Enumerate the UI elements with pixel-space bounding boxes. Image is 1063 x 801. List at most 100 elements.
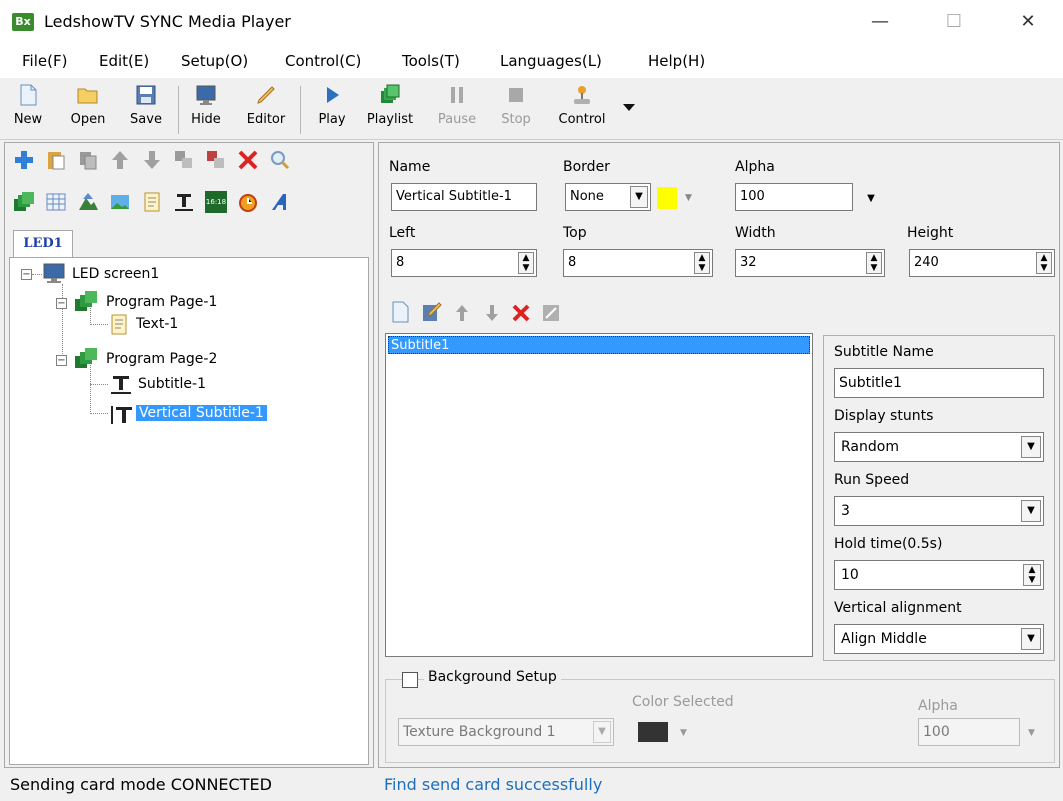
left-field[interactable]: 8 ▲ ▼ — [391, 249, 537, 277]
name-field[interactable]: Vertical Subtitle-1 — [391, 183, 537, 211]
move-down-icon[interactable] — [141, 149, 163, 171]
tree-text-1[interactable]: Text-1 — [136, 316, 178, 332]
spin-buttons[interactable]: ▲ ▼ — [866, 252, 882, 274]
clock-icon[interactable]: 16:18 — [205, 191, 227, 213]
bring-front-icon[interactable] — [173, 149, 195, 171]
paste-icon[interactable] — [45, 149, 67, 171]
image-icon[interactable] — [77, 191, 99, 213]
properties-icon[interactable] — [541, 303, 561, 323]
add-icon[interactable] — [13, 149, 35, 171]
spin-buttons[interactable]: ▲ ▼ — [694, 252, 710, 274]
color-dropdown-icon[interactable]: ▼ — [685, 193, 692, 203]
delete-icon[interactable] — [237, 149, 259, 171]
delete-icon[interactable] — [511, 303, 531, 323]
spin-buttons[interactable]: ▲ ▼ — [518, 252, 534, 274]
save-button[interactable]: Save — [126, 82, 166, 138]
picture-icon[interactable] — [109, 191, 131, 213]
chevron-down-icon[interactable]: ▼ — [1021, 436, 1041, 458]
menu-languages[interactable]: Languages(L) — [500, 52, 602, 70]
move-up-icon[interactable] — [109, 149, 131, 171]
wordart-icon[interactable] — [269, 191, 291, 213]
background-alpha-field[interactable]: 100 — [918, 718, 1020, 746]
menu-setup[interactable]: Setup(O) — [181, 52, 248, 70]
subtitle-icon[interactable] — [173, 191, 195, 213]
menu-tools[interactable]: Tools(T) — [402, 52, 460, 70]
spin-buttons[interactable]: ▲ ▼ — [1036, 252, 1052, 274]
tree-program-page-2[interactable]: Program Page-2 — [106, 351, 217, 367]
toolbar-more-icon[interactable] — [622, 102, 636, 112]
tree-subtitle-1[interactable]: Subtitle-1 — [138, 376, 206, 392]
border-color-swatch[interactable] — [657, 187, 677, 209]
tree-led-screen[interactable]: LED screen1 — [72, 266, 159, 282]
move-up-icon[interactable] — [453, 303, 471, 323]
run-speed-label: Run Speed — [834, 472, 910, 488]
play-icon — [327, 87, 339, 103]
subtitle-name-field[interactable]: Subtitle1 — [834, 368, 1044, 398]
move-down-icon[interactable] — [483, 303, 501, 323]
chevron-down-icon[interactable]: ▼ — [593, 721, 611, 743]
tree-collapse-toggle[interactable]: − — [56, 355, 67, 366]
status-connection: Sending card mode CONNECTED — [10, 775, 272, 794]
alarm-clock-icon[interactable] — [237, 191, 259, 213]
table-icon[interactable] — [45, 191, 67, 213]
play-button[interactable]: Play — [312, 82, 352, 138]
vertical-alignment-select[interactable]: Align Middle ▼ — [834, 624, 1044, 654]
background-setup-checkbox[interactable] — [402, 672, 418, 688]
top-field[interactable]: 8 ▲ ▼ — [563, 249, 713, 277]
minimize-button[interactable]: — — [860, 10, 900, 34]
spin-buttons[interactable]: ▲ ▼ — [1023, 564, 1041, 586]
chevron-down-icon[interactable]: ▼ — [1021, 628, 1041, 650]
hold-time-field[interactable]: 10 ▲ ▼ — [834, 560, 1044, 590]
program-page-icon — [75, 291, 97, 311]
tree-collapse-toggle[interactable]: − — [21, 269, 32, 280]
new-button[interactable]: New — [8, 82, 48, 138]
stop-button[interactable]: Stop — [494, 82, 538, 138]
search-icon[interactable] — [269, 149, 291, 171]
texture-background-select[interactable]: Texture Background 1 ▼ — [398, 718, 614, 746]
editor-button[interactable]: Editor — [242, 82, 290, 138]
chevron-down-icon[interactable]: ▼ — [630, 186, 648, 208]
pause-icon — [451, 87, 463, 103]
chevron-down-icon[interactable]: ▼ — [1021, 500, 1041, 522]
text-icon[interactable] — [141, 191, 163, 213]
alpha-field[interactable]: 100 — [735, 183, 853, 211]
width-field[interactable]: 32 ▲ ▼ — [735, 249, 885, 277]
toolbar-separator — [300, 86, 301, 134]
color-dropdown-icon[interactable]: ▼ — [680, 728, 687, 738]
menu-help[interactable]: Help(H) — [648, 52, 705, 70]
run-speed-select[interactable]: 3 ▼ — [834, 496, 1044, 526]
height-field[interactable]: 240 ▲ ▼ — [909, 249, 1055, 277]
alpha-dropdown-icon[interactable]: ▼ — [859, 187, 883, 211]
tree-program-page-1[interactable]: Program Page-1 — [106, 294, 217, 310]
copy-icon[interactable] — [77, 149, 99, 171]
tab-led1[interactable]: LED1 — [13, 230, 73, 258]
menu-edit[interactable]: Edit(E) — [99, 52, 149, 70]
send-back-icon[interactable] — [205, 149, 227, 171]
maximize-button[interactable]: ☐ — [934, 10, 974, 34]
tree-collapse-toggle[interactable]: − — [56, 298, 67, 309]
left-label: Left — [389, 225, 416, 241]
width-label: Width — [735, 225, 776, 241]
border-select[interactable]: None ▼ — [565, 183, 651, 211]
menu-file[interactable]: File(F) — [22, 52, 67, 70]
open-button[interactable]: Open — [66, 82, 110, 138]
subtitle-list[interactable]: Subtitle1 — [385, 333, 813, 657]
new-subtitle-icon[interactable] — [389, 301, 411, 323]
playlist-button[interactable]: Playlist — [362, 82, 418, 138]
display-stunts-select[interactable]: Random ▼ — [834, 432, 1044, 462]
program-page-icon[interactable] — [13, 191, 35, 213]
height-label: Height — [907, 225, 954, 241]
pause-button[interactable]: Pause — [432, 82, 482, 138]
menu-bar: File(F) Edit(E) Setup(O) Control(C) Tool… — [0, 44, 1063, 78]
list-item[interactable]: Subtitle1 — [388, 336, 810, 354]
menu-control[interactable]: Control(C) — [285, 52, 361, 70]
alpha-dropdown-icon[interactable]: ▼ — [1028, 728, 1035, 738]
stop-icon — [509, 88, 523, 102]
close-button[interactable]: ✕ — [1008, 10, 1048, 34]
subtitle-name-label: Subtitle Name — [834, 344, 934, 360]
hide-button[interactable]: Hide — [186, 82, 226, 138]
background-color-swatch[interactable] — [638, 722, 668, 742]
edit-subtitle-icon[interactable] — [421, 301, 443, 323]
tree-vertical-subtitle-1[interactable]: Vertical Subtitle-1 — [136, 405, 267, 421]
control-button[interactable]: Control — [552, 82, 612, 138]
